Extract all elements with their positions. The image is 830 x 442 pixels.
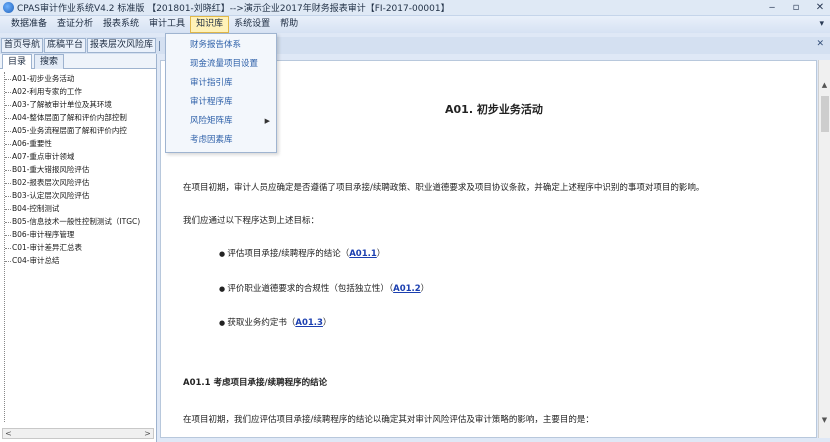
tab-home-nav[interactable]: 首页导航 xyxy=(1,38,44,53)
tree-item[interactable]: A02-利用专家的工作 xyxy=(5,85,154,98)
dropdown-item-cashflow-settings[interactable]: 现金流量项目设置 xyxy=(166,55,276,74)
tree-item[interactable]: B05-信息技术一般性控制测试（ITGC) xyxy=(5,215,154,228)
left-navigation-pane: 目录 搜索 A01-初步业务活动 A02-利用专家的工作 A03-了解被审计单位… xyxy=(0,54,157,442)
maximize-icon[interactable]: ▫ xyxy=(790,1,802,15)
subtab-search[interactable]: 搜索 xyxy=(34,54,65,69)
tree-item[interactable]: B04-控制测试 xyxy=(5,202,154,215)
bullet-item: 评估项目承接/续聘程序的结论（A01.1） xyxy=(219,247,385,259)
menu-audit-tools[interactable]: 审计工具 xyxy=(144,16,190,33)
menu-knowledge-base[interactable]: 知识库 xyxy=(190,16,230,33)
menu-bar: 数据准备 查证分析 报表系统 审计工具 知识库 系统设置 帮助 ▾ xyxy=(0,16,830,33)
submenu-arrow-icon: ▶ xyxy=(264,117,270,125)
document-heading: A01. 初步业务活动 xyxy=(445,103,543,116)
section-title: A01.1 考虑项目承接/续聘程序的结论 xyxy=(183,378,328,388)
vertical-scrollbar[interactable]: ▲ ▼ xyxy=(818,60,830,438)
paragraph: 我们应通过以下程序达到上述目标： xyxy=(183,216,320,226)
tree-item[interactable]: A05-业务流程层面了解和评价内控 xyxy=(5,124,154,137)
dropdown-item-considerations[interactable]: 考虑因素库 xyxy=(166,131,276,150)
left-pane-subtabs: 目录 搜索 xyxy=(0,54,156,69)
close-icon[interactable]: ✕ xyxy=(816,39,824,49)
minimize-icon[interactable]: ‒ xyxy=(766,1,778,15)
tree-item[interactable]: A01-初步业务活动 xyxy=(5,72,154,85)
dropdown-item-risk-matrix[interactable]: 风险矩阵库 ▶ xyxy=(166,112,276,131)
link-a01-1[interactable]: A01.1 xyxy=(349,249,377,259)
link-a01-3[interactable]: A01.3 xyxy=(295,318,323,328)
dropdown-item-audit-guide[interactable]: 审计指引库 xyxy=(166,74,276,93)
close-icon[interactable]: ✕ xyxy=(814,1,826,15)
paragraph: 在项目初期，我们应评估项目承接/续聘程序的结论以确定其对审计风险评估及审计策略的… xyxy=(183,415,594,425)
bullet-text: 获取业务约定书（ xyxy=(227,318,296,328)
tab-workpaper-platform[interactable]: 底稿平台 xyxy=(44,38,87,53)
window-controls: ‒ ▫ ✕ xyxy=(766,1,826,15)
knowledge-base-dropdown: 财务报告体系 现金流量项目设置 审计指引库 审计程序库 风险矩阵库 ▶ 考虑因素… xyxy=(165,33,277,153)
subtab-contents[interactable]: 目录 xyxy=(2,54,33,69)
bullet-item: 获取业务约定书（A01.3） xyxy=(219,316,331,328)
menu-system-settings[interactable]: 系统设置 xyxy=(229,16,275,33)
tree-item[interactable]: C04-审计总结 xyxy=(5,254,154,267)
paragraph: 在项目初期，审计人员应确定是否遵循了项目承接/续聘政策、职业道德要求及项目协议条… xyxy=(183,183,705,193)
bullet-paren: ） xyxy=(322,318,332,328)
app-logo-icon xyxy=(3,2,14,13)
menu-reports[interactable]: 报表系统 xyxy=(98,16,144,33)
chevron-down-icon[interactable]: ▾ xyxy=(819,19,824,29)
bullet-text: 评价职业道德要求的合规性（包括独立性）（ xyxy=(227,284,394,294)
dropdown-item-financial-reporting[interactable]: 财务报告体系 xyxy=(166,36,276,55)
tree-item[interactable]: A03-了解被审计单位及其环境 xyxy=(5,98,154,111)
link-a01-2[interactable]: A01.2 xyxy=(393,284,421,294)
scroll-up-icon[interactable]: ▲ xyxy=(819,80,830,91)
horizontal-scrollbar[interactable]: < > xyxy=(2,428,154,439)
tree-item[interactable]: B02-报表层次风险评估 xyxy=(5,176,154,189)
tree-item[interactable]: B01-重大错报风险评估 xyxy=(5,163,154,176)
title-bar: CPAS审计作业系统V4.2 标准版 【201801-刘晓红】-->演示企业20… xyxy=(0,0,830,16)
tree-item[interactable]: B06-审计程序管理 xyxy=(5,228,154,241)
scroll-left-icon[interactable]: < xyxy=(3,429,14,438)
scrollbar-thumb[interactable] xyxy=(821,96,829,132)
dropdown-item-audit-procedures[interactable]: 审计程序库 xyxy=(166,93,276,112)
bullet-paren: ） xyxy=(420,284,430,294)
bullet-text: 评估项目承接/续聘程序的结论（ xyxy=(227,249,350,259)
tree-item[interactable]: A06-重要性 xyxy=(5,137,154,150)
tree-item[interactable]: C01-审计差异汇总表 xyxy=(5,241,154,254)
tree-item[interactable]: B03-认定层次风险评估 xyxy=(5,189,154,202)
tree-item[interactable]: A07-重点审计领域 xyxy=(5,150,154,163)
bullet-item: 评价职业道德要求的合规性（包括独立性）（A01.2） xyxy=(219,282,429,294)
main-tab-row: 首页导航 底稿平台 报表层次风险库 ✕ xyxy=(0,37,167,54)
tree-item[interactable]: A04-整体层面了解和评价内部控制 xyxy=(5,111,154,124)
tab-report-risk-library[interactable]: 报表层次风险库 xyxy=(87,38,157,53)
window-title: CPAS审计作业系统V4.2 标准版 【201801-刘晓红】-->演示企业20… xyxy=(17,4,450,14)
scroll-down-icon[interactable]: ▼ xyxy=(819,415,830,426)
menu-help[interactable]: 帮助 xyxy=(275,16,303,33)
menu-data-prep[interactable]: 数据准备 xyxy=(6,16,52,33)
menu-analysis[interactable]: 查证分析 xyxy=(52,16,98,33)
contents-tree: A01-初步业务活动 A02-利用专家的工作 A03-了解被审计单位及其环境 A… xyxy=(4,72,154,422)
scroll-right-icon[interactable]: > xyxy=(142,429,153,438)
dropdown-item-risk-matrix-label: 风险矩阵库 xyxy=(190,116,233,126)
bullet-paren: ） xyxy=(376,249,386,259)
